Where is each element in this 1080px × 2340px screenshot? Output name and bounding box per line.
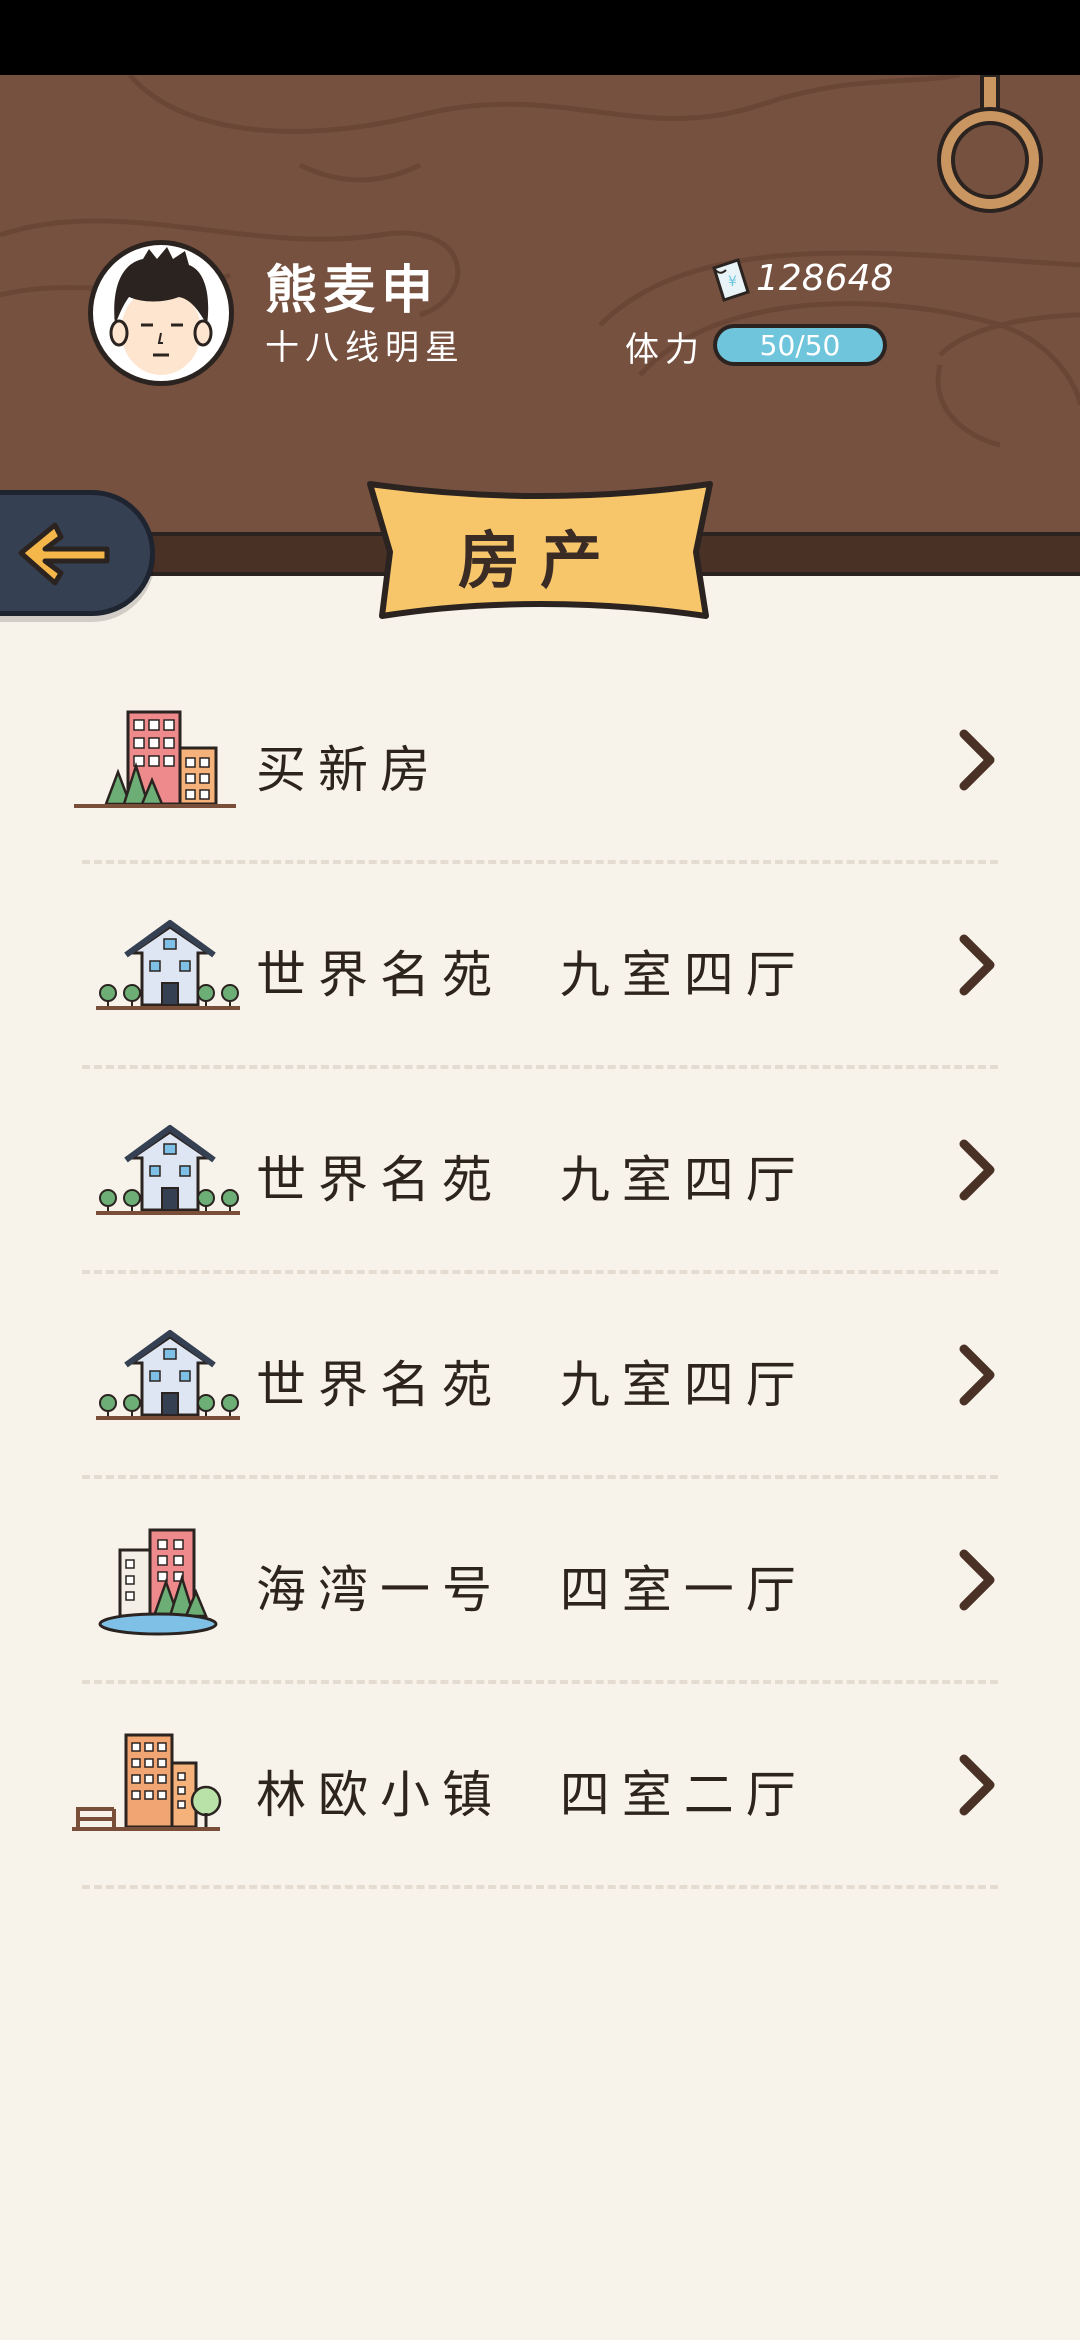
property-row[interactable]: 买新房 <box>0 660 1080 865</box>
back-button[interactable] <box>0 490 155 616</box>
stamina-bar: 50/50 <box>713 324 887 366</box>
villa-icon <box>96 1125 240 1215</box>
page-title: 房产 <box>457 524 622 597</box>
chevron-right-icon[interactable] <box>958 728 998 792</box>
property-row[interactable]: 世界名苑 九室四厅 <box>0 865 1080 1070</box>
villa-icon <box>96 1330 240 1420</box>
property-label: 世界名苑 九室四厅 <box>256 1356 808 1414</box>
property-label: 海湾一号 四室一厅 <box>256 1561 808 1619</box>
player-avatar[interactable] <box>88 240 234 386</box>
chevron-right-icon[interactable] <box>958 1138 998 1202</box>
property-label: 买新房 <box>256 741 442 799</box>
stamina-fill: 50/50 <box>717 328 883 362</box>
svg-text:¥: ¥ <box>728 274 737 290</box>
money-value: 128648 <box>756 258 894 299</box>
status-bar <box>0 0 1080 75</box>
hanging-ring-icon <box>937 75 1043 213</box>
divider <box>82 1065 998 1069</box>
property-row[interactable]: 世界名苑 九室四厅 <box>0 1275 1080 1480</box>
avatar-face-icon <box>109 247 213 375</box>
divider <box>82 1680 998 1684</box>
player-title: 十八线明星 <box>265 328 465 368</box>
bay-apartment-icon <box>98 1528 218 1636</box>
divider <box>82 1475 998 1479</box>
villa-icon <box>96 920 240 1010</box>
stamina-label: 体力 <box>625 330 705 370</box>
property-label: 林欧小镇 四室二厅 <box>256 1766 808 1824</box>
player-name: 熊麦申 <box>265 260 440 321</box>
divider <box>82 1885 998 1889</box>
property-label: 世界名苑 九室四厅 <box>256 946 808 1004</box>
buy-house-icon <box>74 710 236 808</box>
property-row[interactable]: 世界名苑 九室四厅 <box>0 1070 1080 1275</box>
property-row[interactable]: 林欧小镇 四室二厅 <box>0 1685 1080 1890</box>
chevron-right-icon[interactable] <box>958 1548 998 1612</box>
town-building-icon <box>72 1733 222 1831</box>
divider <box>82 860 998 864</box>
chevron-right-icon[interactable] <box>958 933 998 997</box>
chevron-right-icon[interactable] <box>958 1753 998 1817</box>
stamina-value: 50/50 <box>759 328 841 362</box>
property-row[interactable]: 海湾一号 四室一厅 <box>0 1480 1080 1685</box>
back-arrow-icon <box>18 522 110 586</box>
chevron-right-icon[interactable] <box>958 1343 998 1407</box>
divider <box>82 1270 998 1274</box>
money-bill-icon: ¥ <box>712 258 750 302</box>
property-label: 世界名苑 九室四厅 <box>256 1151 808 1209</box>
